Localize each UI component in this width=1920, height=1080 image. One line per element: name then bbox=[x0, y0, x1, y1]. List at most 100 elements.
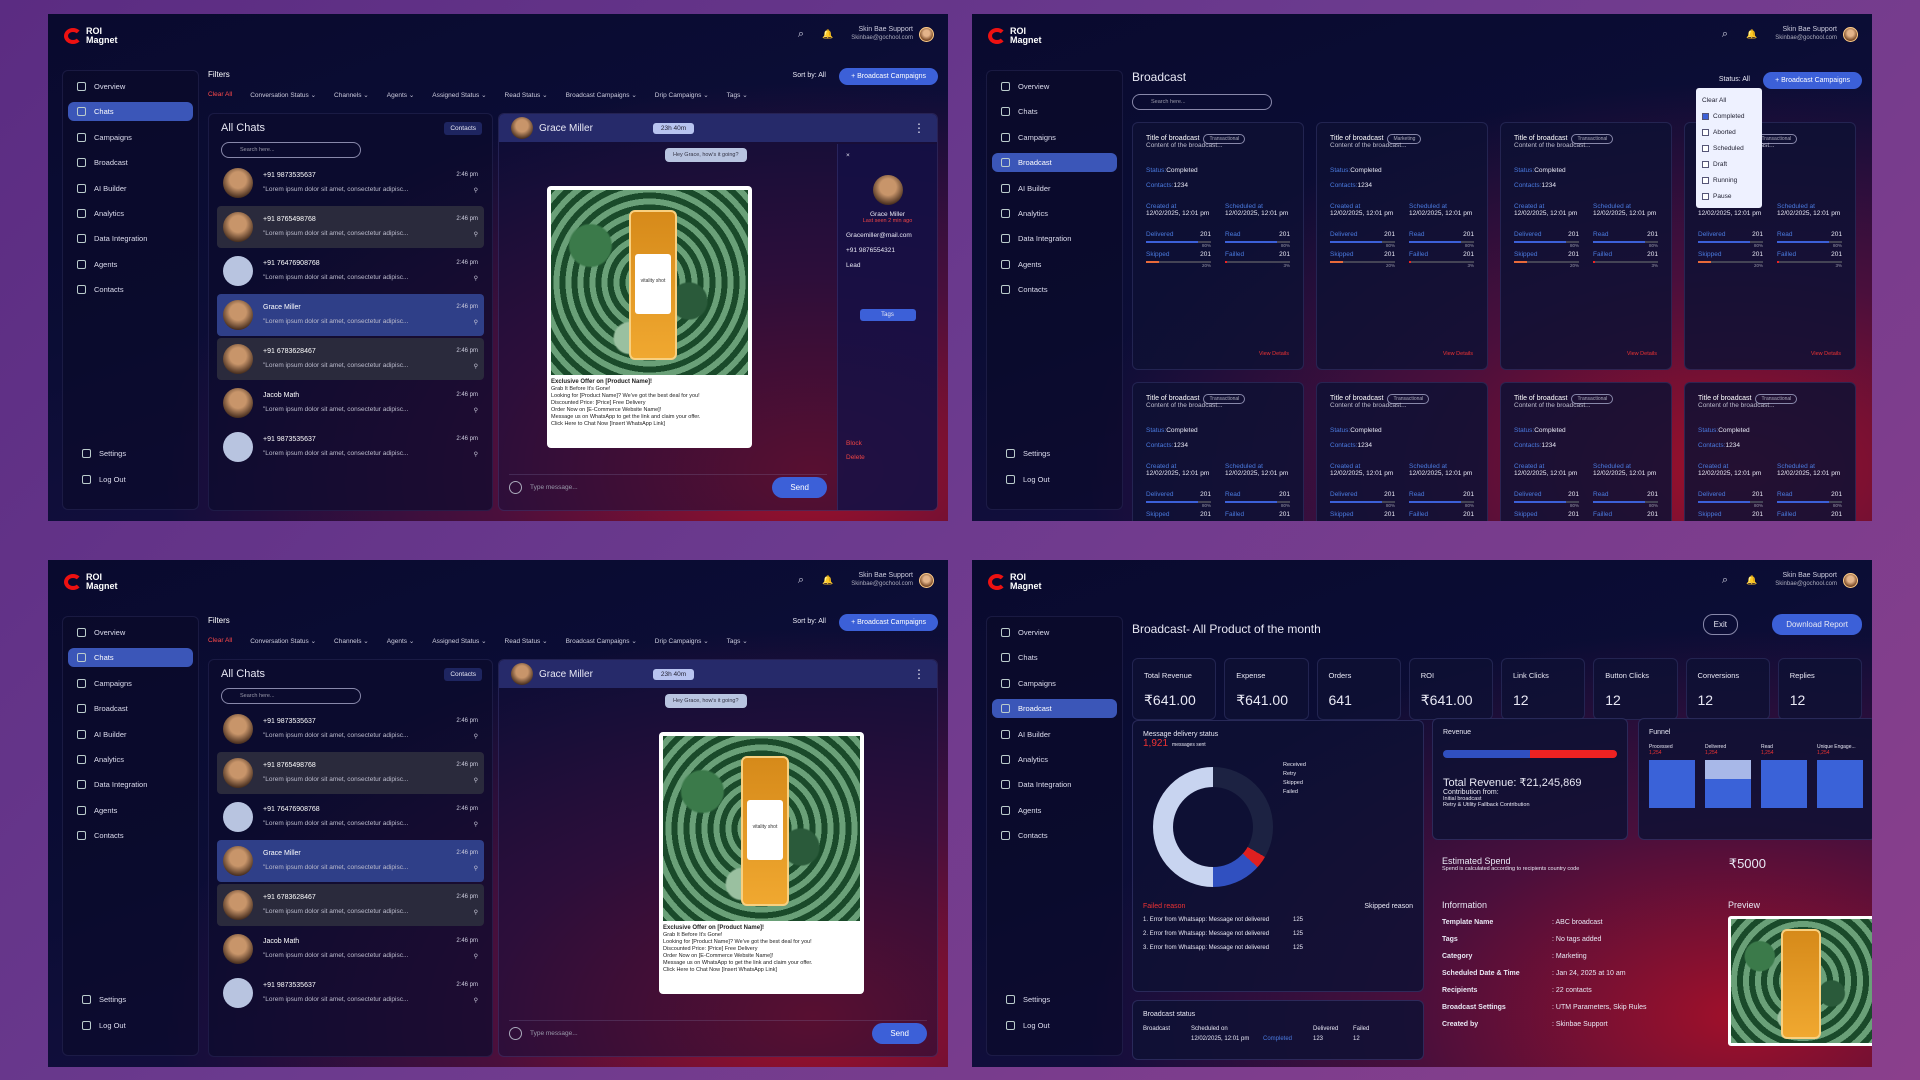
broadcast-card[interactable]: Title of broadcastTransactionalContent o… bbox=[1500, 122, 1672, 370]
sidebar-item-ai-builder[interactable]: AI Builder bbox=[992, 179, 1117, 198]
filter-dropdown[interactable]: Drip Campaigns ⌄ bbox=[655, 91, 709, 99]
sidebar-item-campaigns[interactable]: Campaigns bbox=[68, 128, 193, 147]
filter-dropdown[interactable]: Agents ⌄ bbox=[387, 637, 415, 645]
brand-logo[interactable]: ROI Magnet bbox=[64, 573, 118, 591]
delete-button[interactable]: Delete bbox=[846, 451, 929, 465]
checkbox[interactable] bbox=[1702, 176, 1709, 184]
more-icon[interactable]: ⋮ bbox=[913, 121, 925, 135]
broadcast-card[interactable]: Title of broadcastTransactionalContent o… bbox=[1316, 382, 1488, 521]
clear-all-link[interactable]: Clear All bbox=[208, 637, 232, 645]
clear-all-link[interactable]: Clear All bbox=[208, 91, 232, 99]
status-option[interactable]: Draft bbox=[1702, 156, 1756, 172]
search-input[interactable]: Search here... bbox=[1132, 94, 1272, 110]
sidebar-item-agents[interactable]: Agents bbox=[992, 801, 1117, 820]
contacts-button[interactable]: Contacts bbox=[444, 668, 482, 681]
filter-dropdown[interactable]: Broadcast Campaigns ⌄ bbox=[566, 91, 637, 99]
sidebar-item-settings[interactable]: Settings bbox=[997, 444, 1112, 463]
search-input[interactable]: Search here... bbox=[221, 688, 361, 704]
filter-dropdown[interactable]: Assigned Status ⌄ bbox=[432, 91, 486, 99]
brand-logo[interactable]: ROI Magnet bbox=[988, 573, 1042, 591]
filter-dropdown[interactable]: Assigned Status ⌄ bbox=[432, 637, 486, 645]
status-option[interactable]: Pause bbox=[1702, 188, 1756, 204]
avatar[interactable] bbox=[1843, 572, 1858, 588]
broadcast-card[interactable]: Title of broadcastTransactionalContent o… bbox=[1500, 382, 1672, 521]
search-icon[interactable]: ⌕ bbox=[1722, 28, 1728, 41]
bell-icon[interactable]: 🔔 bbox=[1746, 29, 1757, 40]
view-details-link[interactable]: View Details bbox=[1811, 351, 1841, 357]
filter-dropdown[interactable]: Tags ⌄ bbox=[727, 637, 748, 645]
sidebar-item-data-integration[interactable]: Data Integration bbox=[68, 229, 193, 248]
sidebar-item-overview[interactable]: Overview bbox=[68, 623, 193, 642]
sidebar-item-log-out[interactable]: Log Out bbox=[73, 1016, 188, 1035]
broadcast-card[interactable]: Title of broadcastTransactionalContent o… bbox=[1132, 382, 1304, 521]
list-item[interactable]: +91 9873535637 "Lorem ipsum dolor sit ame… bbox=[217, 426, 484, 468]
filter-dropdown[interactable]: Tags ⌄ bbox=[727, 91, 748, 99]
download-report-button[interactable]: Download Report bbox=[1772, 614, 1862, 635]
avatar[interactable] bbox=[1843, 26, 1858, 42]
sort-by-dropdown[interactable]: Sort by: All bbox=[793, 618, 826, 625]
sidebar-item-campaigns[interactable]: Campaigns bbox=[992, 674, 1117, 693]
sidebar-item-analytics[interactable]: Analytics bbox=[992, 750, 1117, 769]
list-item[interactable]: +91 8765498768 "Lorem ipsum dolor sit ame… bbox=[217, 206, 484, 248]
broadcast-campaigns-button[interactable]: + Broadcast Campaigns bbox=[1763, 72, 1862, 89]
sidebar-item-agents[interactable]: Agents bbox=[992, 255, 1117, 274]
broadcast-card[interactable]: Title of broadcast Marketing Content of th… bbox=[1316, 122, 1488, 370]
list-item[interactable]: +91 9873535637 "Lorem ipsum dolor sit ame… bbox=[217, 972, 484, 1014]
user-menu[interactable]: Skin Bae Support Skinbae@gochool.com bbox=[851, 572, 934, 588]
list-item[interactable]: +91 8765498768 "Lorem ipsum dolor sit ame… bbox=[217, 752, 484, 794]
user-menu[interactable]: Skin Bae Support Skinbae@gochool.com bbox=[1775, 26, 1858, 42]
more-icon[interactable]: ⋮ bbox=[913, 667, 925, 681]
sidebar-item-settings[interactable]: Settings bbox=[997, 990, 1112, 1009]
view-details-link[interactable]: View Details bbox=[1627, 351, 1657, 357]
bell-icon[interactable]: 🔔 bbox=[822, 575, 833, 586]
close-icon[interactable]: × bbox=[846, 152, 929, 159]
status-option[interactable]: Aborted bbox=[1702, 124, 1756, 140]
user-menu[interactable]: Skin Bae Support Skinbae@gochool.com bbox=[851, 26, 934, 42]
sidebar-item-chats[interactable]: Chats bbox=[992, 648, 1117, 667]
checkbox[interactable] bbox=[1702, 192, 1709, 200]
list-item[interactable]: Grace Miller "Lorem ipsum dolor sit amet,… bbox=[217, 294, 484, 336]
sidebar-item-data-integration[interactable]: Data Integration bbox=[992, 229, 1117, 248]
checkbox[interactable] bbox=[1702, 112, 1709, 120]
sidebar-item-log-out[interactable]: Log Out bbox=[997, 470, 1112, 489]
message-input[interactable]: Type message... bbox=[530, 1030, 578, 1037]
sidebar-item-chats[interactable]: Chats bbox=[68, 102, 193, 122]
list-item[interactable]: Grace Miller "Lorem ipsum dolor sit amet,… bbox=[217, 840, 484, 882]
sidebar-item-analytics[interactable]: Analytics bbox=[68, 750, 193, 769]
tags-button[interactable]: Tags bbox=[859, 309, 916, 321]
filter-dropdown[interactable]: Read Status ⌄ bbox=[505, 637, 548, 645]
add-attachment-icon[interactable] bbox=[509, 481, 522, 494]
send-button[interactable]: Send bbox=[772, 477, 827, 498]
sidebar-item-chats[interactable]: Chats bbox=[992, 102, 1117, 121]
list-item[interactable]: +91 9873535637 "Lorem ipsum dolor sit ame… bbox=[217, 708, 484, 750]
view-details-link[interactable]: View Details bbox=[1259, 351, 1289, 357]
sidebar-item-settings[interactable]: Settings bbox=[73, 444, 188, 463]
search-icon[interactable]: ⌕ bbox=[1722, 574, 1728, 587]
sidebar-item-broadcast[interactable]: Broadcast bbox=[992, 699, 1117, 719]
avatar[interactable] bbox=[919, 572, 934, 588]
filter-dropdown[interactable]: Conversation Status ⌄ bbox=[250, 91, 316, 99]
contacts-button[interactable]: Contacts bbox=[444, 122, 482, 135]
list-item[interactable]: +91 76476908768 "Lorem ipsum dolor sit am… bbox=[217, 250, 484, 292]
sidebar-item-contacts[interactable]: Contacts bbox=[992, 280, 1117, 299]
list-item[interactable]: +91 76476908768 "Lorem ipsum dolor sit am… bbox=[217, 796, 484, 838]
sidebar-item-log-out[interactable]: Log Out bbox=[997, 1016, 1112, 1035]
sidebar-item-contacts[interactable]: Contacts bbox=[68, 826, 193, 845]
search-icon[interactable]: ⌕ bbox=[798, 28, 804, 41]
exit-button[interactable]: Exit bbox=[1702, 614, 1738, 635]
sidebar-item-campaigns[interactable]: Campaigns bbox=[68, 674, 193, 693]
status-option[interactable]: Completed bbox=[1702, 108, 1756, 124]
sidebar-item-analytics[interactable]: Analytics bbox=[992, 204, 1117, 223]
sidebar-item-overview[interactable]: Overview bbox=[992, 623, 1117, 642]
checkbox[interactable] bbox=[1702, 160, 1709, 168]
status-option[interactable]: Clear All bbox=[1702, 92, 1756, 108]
search-icon[interactable]: ⌕ bbox=[798, 574, 804, 587]
block-button[interactable]: Block bbox=[846, 437, 929, 451]
avatar[interactable] bbox=[511, 663, 533, 685]
sidebar-item-contacts[interactable]: Contacts bbox=[68, 280, 193, 299]
search-input[interactable]: Search here... bbox=[221, 142, 361, 158]
sidebar-item-ai-builder[interactable]: AI Builder bbox=[992, 725, 1117, 744]
filter-dropdown[interactable]: Channels ⌄ bbox=[334, 637, 369, 645]
broadcast-campaigns-button[interactable]: + Broadcast Campaigns bbox=[839, 68, 938, 85]
sidebar-item-data-integration[interactable]: Data Integration bbox=[68, 775, 193, 794]
